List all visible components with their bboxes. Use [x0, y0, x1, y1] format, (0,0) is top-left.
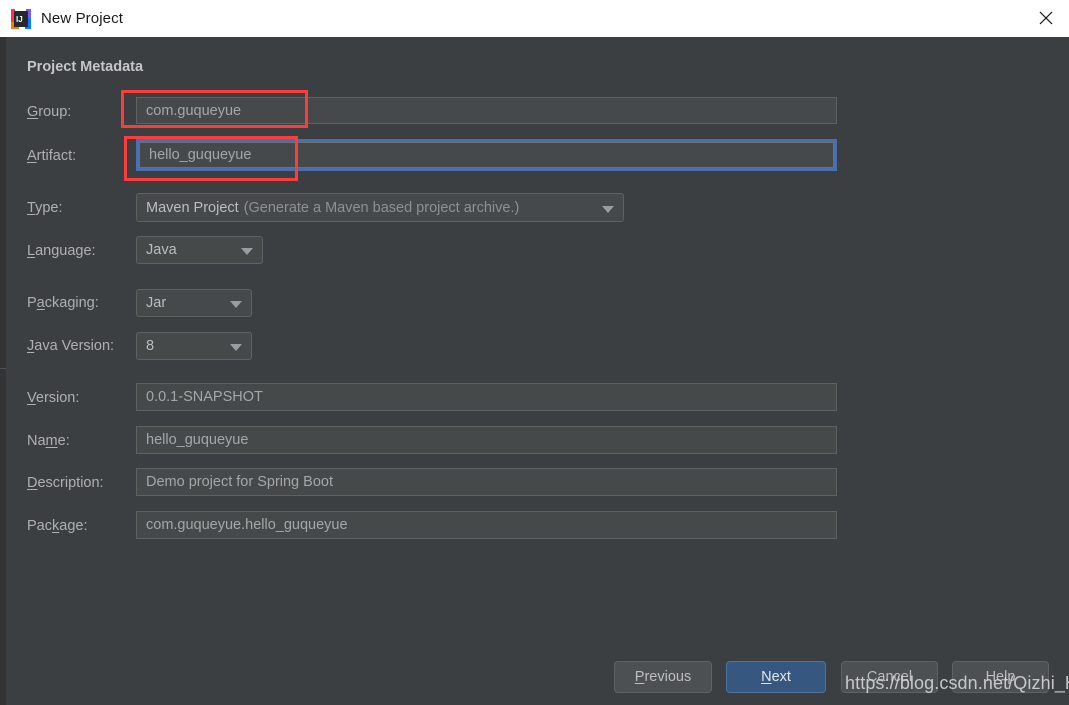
package-input-value: com.guqueyue.hello_guqueyue — [146, 517, 348, 533]
label-description: Description: — [27, 475, 104, 491]
help-button[interactable]: Help — [952, 661, 1049, 693]
label-java-version: Java Version: — [27, 338, 115, 354]
label-package: Package: — [27, 518, 88, 534]
chevron-down-icon — [230, 344, 242, 351]
intellij-idea-icon: IJ — [11, 8, 31, 29]
version-input-value: 0.0.1-SNAPSHOT — [146, 389, 263, 405]
description-input[interactable]: Demo project for Spring Boot — [136, 468, 837, 496]
name-input[interactable]: hello_guqueyue — [136, 426, 837, 454]
java-version-combobox[interactable]: 8 — [136, 332, 252, 360]
artifact-input[interactable]: hello_guqueyue — [136, 139, 837, 171]
label-version: Version: — [27, 390, 80, 406]
type-combobox-value: Maven Project — [146, 199, 239, 216]
cancel-button[interactable]: Cancel — [841, 661, 938, 693]
close-icon[interactable] — [1023, 0, 1069, 36]
group-input[interactable]: com.guqueyue — [136, 97, 837, 124]
label-type: Type: — [27, 200, 63, 216]
label-artifact: Artifact: — [27, 148, 77, 164]
language-combobox-value: Java — [146, 242, 177, 258]
page-title: Project Metadata — [27, 59, 144, 75]
language-combobox[interactable]: Java — [136, 236, 263, 264]
label-packaging: Packaging: — [27, 295, 99, 311]
left-edge-strip — [0, 37, 6, 705]
label-group: Group: — [27, 104, 72, 120]
group-input-value: com.guqueyue — [146, 102, 242, 119]
window-title: New Project — [41, 10, 123, 27]
name-input-value: hello_guqueyue — [146, 432, 249, 448]
packaging-combobox-value: Jar — [146, 295, 167, 311]
type-combobox-hint: (Generate a Maven based project archive.… — [243, 199, 520, 216]
next-button[interactable]: Next — [726, 661, 826, 693]
chevron-down-icon — [241, 248, 253, 255]
packaging-combobox[interactable]: Jar — [136, 289, 252, 317]
label-language: Language: — [27, 243, 96, 259]
package-input[interactable]: com.guqueyue.hello_guqueyue — [136, 511, 837, 539]
type-combobox[interactable]: Maven Project (Generate a Maven based pr… — [136, 193, 624, 222]
label-name: Name: — [27, 433, 70, 449]
artifact-input-value: hello_guqueyue — [149, 147, 252, 163]
new-project-dialog: IJ New Project Project Metadata Group: c… — [0, 0, 1069, 705]
left-edge-separator — [0, 368, 6, 369]
dialog-body: Project Metadata Group: com.guqueyue Art… — [0, 37, 1069, 705]
window-titlebar: IJ New Project — [0, 0, 1069, 38]
previous-button[interactable]: Previous — [614, 661, 712, 693]
svg-text:IJ: IJ — [16, 15, 23, 24]
chevron-down-icon — [602, 205, 614, 213]
chevron-down-icon — [230, 301, 242, 308]
java-version-combobox-value: 8 — [146, 338, 155, 354]
description-input-value: Demo project for Spring Boot — [146, 474, 333, 490]
version-input[interactable]: 0.0.1-SNAPSHOT — [136, 383, 837, 411]
